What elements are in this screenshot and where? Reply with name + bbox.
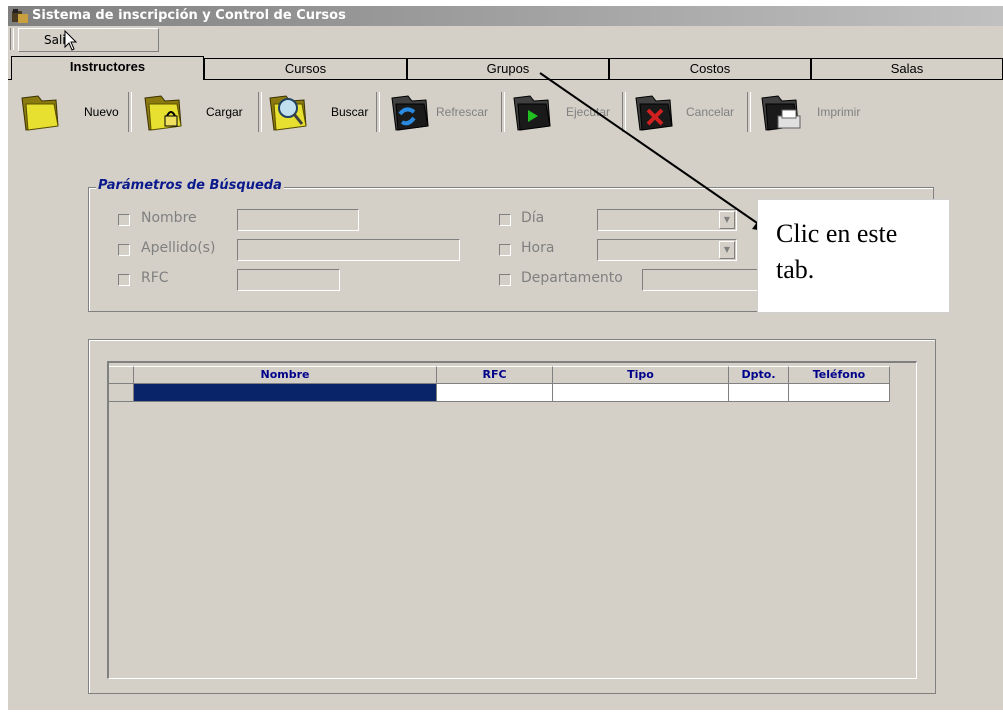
callout-text: Clic en este tab. <box>776 216 897 288</box>
callout-line-2: tab. <box>776 255 815 284</box>
annotation-arrow-icon <box>539 72 770 232</box>
callout-box: Clic en este tab. <box>757 199 950 313</box>
callout-line-1: Clic en este <box>776 219 898 248</box>
